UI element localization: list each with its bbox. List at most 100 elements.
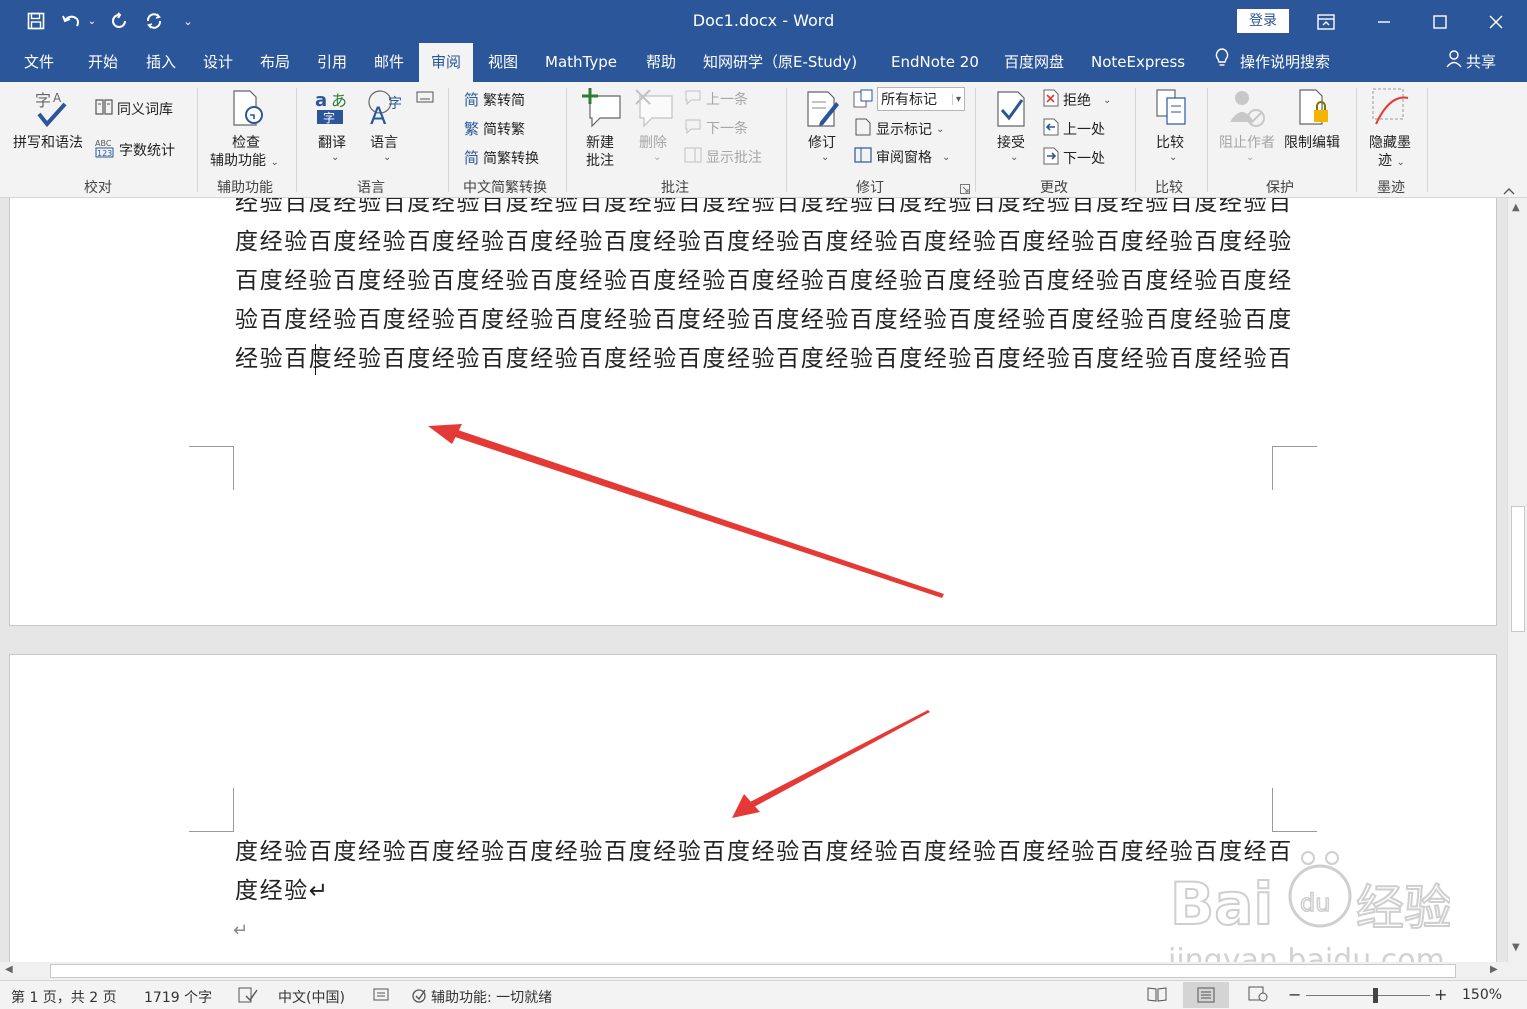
tab-view[interactable]: 视图: [488, 43, 518, 82]
tab-mailings[interactable]: 邮件: [374, 43, 404, 82]
new-comment-line2[interactable]: 批注: [586, 150, 614, 170]
tab-home[interactable]: 开始: [88, 43, 118, 82]
tab-references[interactable]: 引用: [317, 43, 347, 82]
proofing-status-icon[interactable]: [238, 986, 258, 1008]
chevron-down-icon[interactable]: ⌄: [331, 152, 339, 163]
tab-insert[interactable]: 插入: [146, 43, 176, 82]
previous-change-button[interactable]: 上一处: [1043, 118, 1105, 140]
collapse-ribbon-icon[interactable]: [1503, 183, 1515, 199]
vertical-scroll-thumb[interactable]: [1511, 506, 1525, 632]
previous-comment-button[interactable]: 上一条: [684, 89, 748, 109]
minimize-icon[interactable]: [1356, 0, 1412, 43]
zoom-slider-thumb[interactable]: [1373, 988, 1378, 1003]
ribbon-display-options-icon[interactable]: [1298, 0, 1354, 43]
zoom-slider[interactable]: [1306, 995, 1430, 996]
new-comment-line1[interactable]: 新建: [586, 132, 614, 152]
show-markup-button[interactable]: 显示标记 ⌄: [854, 118, 944, 140]
hide-ink-line2: 迹: [1378, 153, 1392, 169]
chevron-down-icon[interactable]: ⌄: [383, 152, 391, 163]
spelling-grammar-icon: 字A: [33, 88, 69, 132]
show-comments-button[interactable]: 显示批注: [684, 147, 762, 167]
markup-select-value: 所有标记: [881, 92, 937, 108]
block-authors-button[interactable]: 阻止作者: [1219, 132, 1275, 152]
accessibility-check-button[interactable]: 辅助功能 ⌄: [210, 150, 279, 170]
group-divider: [1135, 88, 1136, 192]
block-authors-icon: [1228, 88, 1266, 132]
accessibility-check-line1[interactable]: 检查: [232, 132, 260, 152]
tab-cnki[interactable]: 知网研学（原E-Study): [703, 43, 857, 82]
close-icon[interactable]: [1468, 0, 1524, 43]
zoom-in-button[interactable]: +: [1434, 985, 1447, 1004]
hide-ink-line1[interactable]: 隐藏墨: [1369, 132, 1411, 152]
next-comment-button[interactable]: 下一条: [684, 118, 748, 138]
accept-button[interactable]: 接受: [997, 132, 1025, 152]
scroll-down-icon[interactable]: ▼: [1512, 942, 1520, 953]
tab-baidu-netdisk[interactable]: 百度网盘: [1004, 43, 1064, 82]
thesaurus-button[interactable]: 同义词库: [95, 99, 173, 119]
chevron-down-icon[interactable]: ⌄: [1010, 152, 1018, 163]
group-label-comments: 批注: [661, 180, 689, 196]
group-label-changes: 更改: [1040, 180, 1068, 196]
show-markup-icon: [854, 118, 872, 140]
lightbulb-icon: [1214, 44, 1230, 82]
tab-layout[interactable]: 布局: [260, 43, 290, 82]
reject-button[interactable]: 拒绝 ⌄: [1043, 89, 1111, 111]
horizontal-scroll-thumb[interactable]: [50, 964, 1456, 978]
word-count[interactable]: 1719 个字: [144, 987, 212, 1007]
language-status[interactable]: 中文(中国): [278, 987, 345, 1007]
compare-button[interactable]: 比较: [1156, 132, 1184, 152]
tab-review[interactable]: 审阅: [419, 43, 474, 82]
web-layout-icon[interactable]: [1248, 986, 1268, 1006]
tab-design[interactable]: 设计: [203, 43, 233, 82]
horizontal-scrollbar[interactable]: ◀ ▶: [0, 962, 1507, 980]
signin-button[interactable]: 登录: [1237, 9, 1289, 33]
accessibility-status[interactable]: 辅助功能: 一切就绪: [411, 987, 552, 1009]
tab-help[interactable]: 帮助: [646, 43, 676, 82]
tab-endnote[interactable]: EndNote 20: [891, 43, 979, 82]
svg-text:经验: 经验: [1356, 880, 1450, 936]
keyboard-icon[interactable]: [416, 91, 434, 107]
maximize-icon[interactable]: [1412, 0, 1468, 43]
language-button[interactable]: 语言: [370, 132, 398, 152]
print-layout-button[interactable]: [1183, 982, 1229, 1008]
show-comments-label: 显示批注: [706, 150, 762, 166]
track-changes-button[interactable]: 修订: [808, 132, 836, 152]
hide-ink-icon: [1372, 88, 1412, 132]
tell-me-search[interactable]: 操作说明搜索: [1214, 43, 1330, 82]
zoom-level[interactable]: 150%: [1462, 987, 1502, 1003]
macro-recording-icon[interactable]: [373, 986, 389, 1006]
markup-select[interactable]: 所有标记 ▾: [877, 87, 965, 111]
tab-noteexpress[interactable]: NoteExpress: [1091, 43, 1185, 82]
chevron-down-icon[interactable]: ⌄: [821, 152, 829, 163]
tracking-options-launcher-icon[interactable]: [960, 182, 970, 198]
chevron-down-icon[interactable]: ⌄: [1246, 152, 1254, 163]
share-button[interactable]: 共享: [1446, 43, 1496, 82]
hide-ink-button[interactable]: 迹 ⌄: [1378, 150, 1405, 170]
simplified-to-traditional-button[interactable]: 繁 简转繁: [464, 118, 525, 139]
read-mode-icon[interactable]: [1147, 986, 1167, 1006]
word-count-button[interactable]: ABC 123 字数统计: [95, 138, 175, 162]
group-label-ink: 墨迹: [1377, 180, 1405, 196]
delete-comment-button[interactable]: 删除: [639, 132, 667, 152]
page-indicator[interactable]: 第 1 页，共 2 页: [11, 987, 117, 1007]
tab-file[interactable]: 文件: [24, 43, 54, 82]
vertical-scrollbar[interactable]: ▲ ▼: [1507, 198, 1527, 962]
chinese-conversion-button[interactable]: 简 简繁转换: [464, 147, 539, 168]
scroll-up-icon[interactable]: ▲: [1512, 202, 1520, 213]
chevron-down-icon[interactable]: ⌄: [1169, 152, 1177, 163]
annotation-arrowhead: [732, 794, 760, 818]
reviewing-pane-button[interactable]: 审阅窗格 ⌄: [854, 147, 950, 167]
translate-button[interactable]: 翻译: [318, 132, 346, 152]
spelling-grammar-button[interactable]: 拼写和语法: [13, 132, 83, 152]
accept-icon: [996, 88, 1028, 132]
scroll-right-icon[interactable]: ▶: [1490, 964, 1498, 975]
next-change-button[interactable]: 下一处: [1043, 147, 1105, 169]
chevron-down-icon[interactable]: ⌄: [653, 152, 661, 163]
scroll-left-icon[interactable]: ◀: [5, 964, 13, 975]
restrict-editing-button[interactable]: 限制编辑: [1284, 132, 1340, 152]
zoom-out-button[interactable]: −: [1288, 985, 1301, 1004]
traditional-to-simplified-button[interactable]: 简 繁转简: [464, 89, 525, 110]
reviewing-pane-icon: [854, 147, 872, 167]
group-label-compare: 比较: [1155, 180, 1183, 196]
tab-mathtype[interactable]: MathType: [545, 43, 617, 82]
